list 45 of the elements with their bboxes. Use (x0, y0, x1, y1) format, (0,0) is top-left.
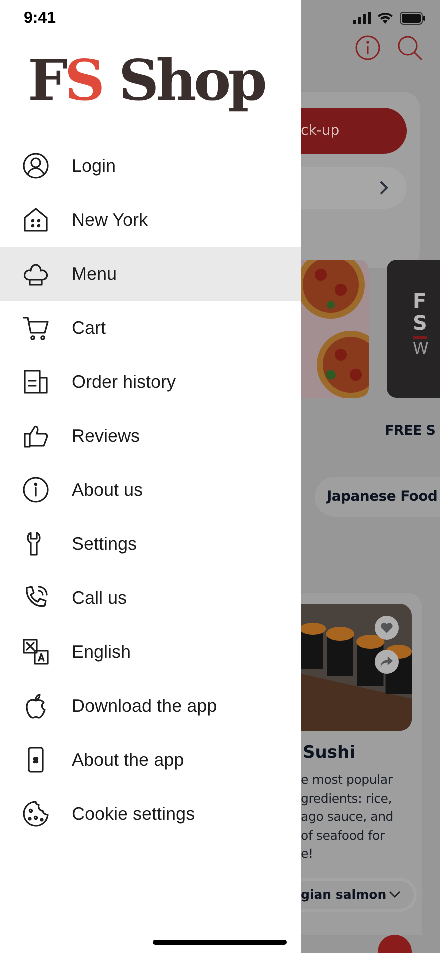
promo-card[interactable]: F S W (387, 260, 440, 398)
menu-item[interactable]: About us (0, 463, 301, 517)
menu-item[interactable]: English (0, 625, 301, 679)
promo-subtitle: W (413, 336, 427, 358)
category-chip[interactable]: Japanese Food (315, 477, 440, 517)
menu-item[interactable]: Login (0, 139, 301, 193)
menu-item[interactable]: New York (0, 193, 301, 247)
menu-item[interactable]: Order history (0, 355, 301, 409)
chevron-down-icon (388, 890, 401, 898)
logo: FS Shop (28, 47, 266, 116)
translate-icon (22, 638, 50, 666)
menu-item[interactable]: Reviews (0, 409, 301, 463)
pickup-button[interactable]: ck-up (301, 108, 407, 154)
menu-item[interactable]: Download the app (0, 679, 301, 733)
menu-item[interactable]: Cart (0, 301, 301, 355)
share-icon (380, 655, 394, 669)
battery-icon (400, 12, 426, 24)
cart-icon (22, 314, 50, 342)
description-line: of seafood for (301, 826, 386, 844)
description-line: e most popular (301, 771, 394, 789)
wifi-icon (377, 12, 394, 24)
menu-item[interactable]: Call us (0, 571, 301, 625)
menu-item[interactable]: Cookie settings (0, 787, 301, 841)
menu-item[interactable]: About the app (0, 733, 301, 787)
banner-text: FREE S (385, 423, 437, 439)
receipt-icon (22, 368, 50, 396)
info-icon (22, 476, 50, 504)
description-line: e! (301, 845, 314, 863)
menu-item[interactable]: Menu (0, 247, 301, 301)
menu-item[interactable]: Settings (0, 517, 301, 571)
user-icon (22, 152, 50, 180)
status-time: 9:41 (24, 10, 56, 28)
signal-icon (353, 12, 371, 24)
promo-title: S (413, 312, 428, 334)
cookie-icon (22, 800, 50, 828)
product-title: Sushi (302, 743, 356, 763)
chevron-right-icon (379, 180, 389, 196)
option-select[interactable]: gian salmon (301, 878, 417, 912)
heart-icon (380, 621, 394, 635)
promo-title: F (413, 290, 428, 312)
description-line: gredients: rice, (301, 790, 394, 808)
search-icon[interactable] (397, 35, 423, 61)
description-line: ago sauce, and (301, 808, 395, 826)
house-icon (22, 206, 50, 234)
info-icon[interactable] (355, 35, 381, 61)
